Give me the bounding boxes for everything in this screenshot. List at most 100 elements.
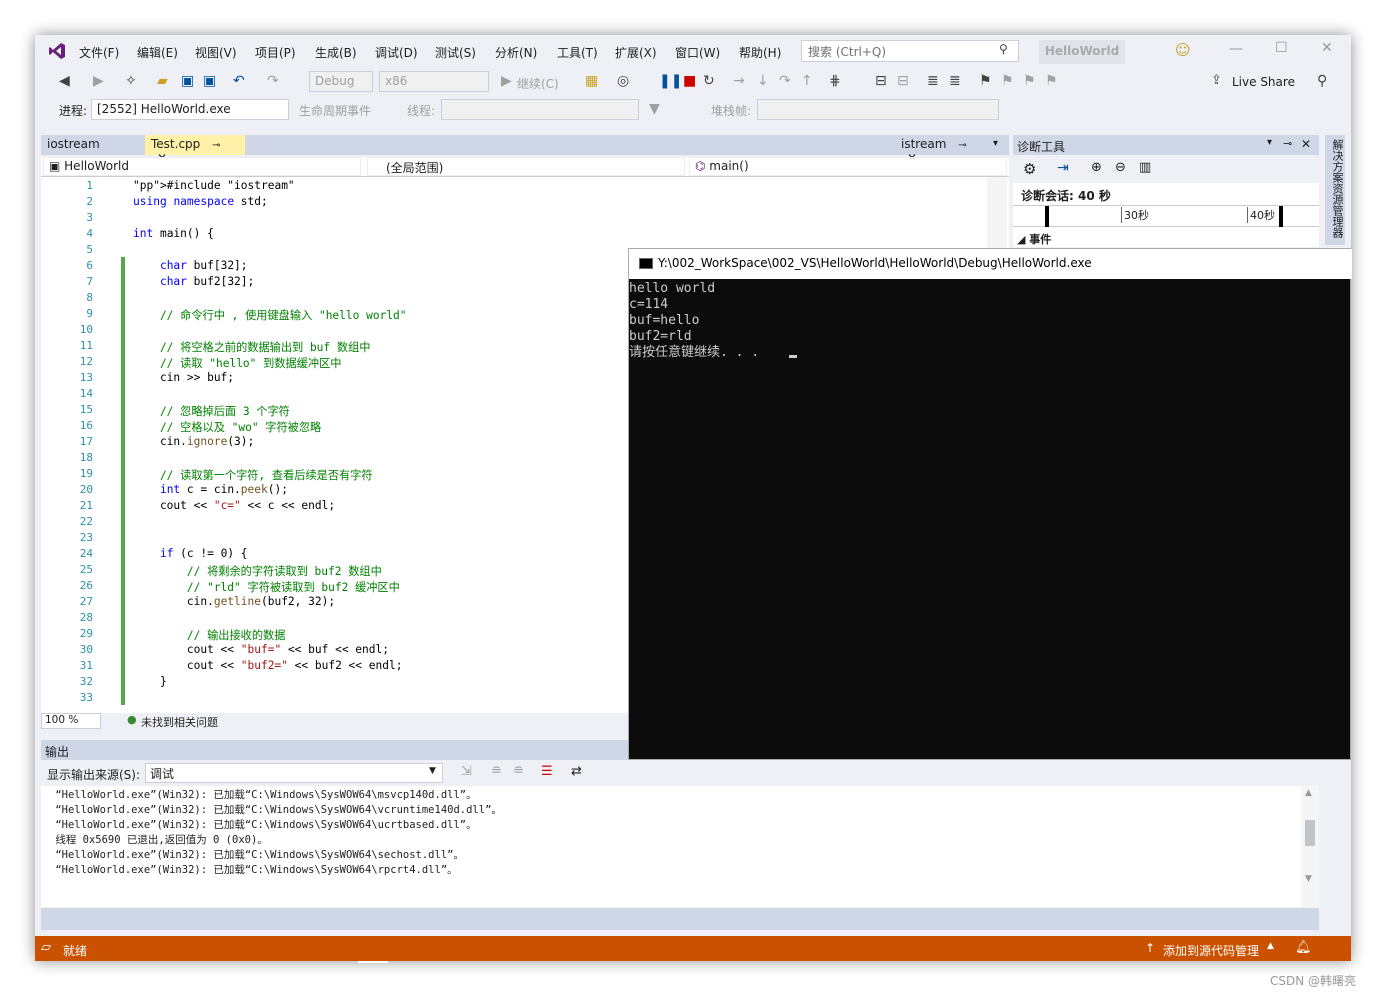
code-line[interactable]: // "rld" 字符被读取到 buf2 缓冲区中 — [133, 579, 400, 595]
account-icon[interactable]: ⚲ — [1317, 73, 1327, 89]
code-line[interactable]: // 将剩余的字符读取到 buf2 数组中 — [133, 563, 382, 579]
menu-item-1[interactable]: 编辑(E) — [137, 44, 178, 61]
code-line[interactable]: // 将空格之前的数据输出到 buf 数组中 — [133, 339, 371, 355]
redo-icon[interactable]: ↷ — [267, 73, 279, 89]
menu-item-5[interactable]: 调试(D) — [375, 44, 418, 61]
menu-item-10[interactable]: 窗口(W) — [675, 44, 720, 61]
code-line[interactable]: cin >> buf; — [133, 371, 234, 384]
comment-icon[interactable]: ⊟ — [897, 73, 909, 89]
live-share-icon[interactable]: ⇪ — [1211, 73, 1222, 88]
menu-item-2[interactable]: 视图(V) — [195, 44, 237, 61]
pause-icon[interactable]: ❚❚ — [659, 73, 682, 89]
thread-dropdown[interactable] — [441, 99, 639, 120]
pin-icon[interactable]: ⊸ — [212, 140, 220, 151]
search-icon[interactable]: ⚲ — [999, 42, 1008, 56]
member-nav-dropdown[interactable]: ⌬ main() — [689, 157, 1007, 176]
configuration-dropdown[interactable]: Debug — [309, 71, 373, 92]
code-line[interactable]: cout << "buf=" << buf << endl; — [133, 643, 389, 656]
code-line[interactable]: cin.getline(buf2, 32); — [133, 595, 335, 608]
indent-icon[interactable]: ≣ — [927, 73, 939, 89]
scroll-up-icon[interactable]: ▲ — [1305, 788, 1312, 798]
code-line[interactable]: cin.ignore(3); — [133, 435, 254, 448]
project-nav-dropdown[interactable]: ▣ HelloWorld — [43, 157, 361, 176]
search-input[interactable]: 搜索 (Ctrl+Q) — [801, 40, 1019, 62]
show-next-statement-icon[interactable]: → — [733, 73, 745, 89]
stop-icon[interactable]: ■ — [683, 73, 696, 89]
continue-button[interactable]: 继续(C) — [517, 75, 559, 92]
notification-bell-icon[interactable]: 🔔︎ — [1295, 940, 1312, 955]
code-line[interactable]: } — [133, 675, 167, 688]
lifecycle-events-button[interactable]: 生命周期事件 — [299, 102, 371, 119]
code-line[interactable]: // 空格以及 "wo" 字符被忽略 — [133, 419, 321, 435]
code-line[interactable]: // 输出接收的数据 — [133, 627, 286, 643]
tab-iostream[interactable]: iostream — [41, 135, 145, 155]
prev-message-icon[interactable]: ≘ — [491, 764, 502, 779]
find-message-icon[interactable]: ⇲ — [461, 764, 472, 779]
close-button[interactable]: ✕ — [1321, 40, 1333, 56]
output-text-area[interactable]: “HelloWorld.exe”(Win32): 已加载“C:\Windows\… — [41, 786, 1319, 907]
code-line[interactable]: char buf[32]; — [133, 259, 248, 272]
code-line[interactable]: if (c != 0) { — [133, 547, 248, 560]
live-share-button[interactable]: Live Share — [1232, 75, 1295, 89]
save-icon[interactable]: ▣ — [181, 73, 194, 89]
menu-item-0[interactable]: 文件(F) — [79, 44, 119, 61]
settings-gear-icon[interactable]: ⚙ — [1023, 160, 1036, 178]
pin-icon[interactable]: ⊸ — [958, 140, 966, 151]
step-over-icon[interactable]: ↷ — [779, 73, 791, 89]
restart-icon[interactable]: ↻ — [703, 73, 715, 89]
dropdown-icon[interactable]: ▾ — [1267, 137, 1272, 148]
output-source-dropdown[interactable]: 调试 — [145, 763, 443, 783]
step-out-icon[interactable]: ↑ — [801, 73, 813, 89]
solution-explorer-tab[interactable]: 解决方案资源管理器 — [1325, 135, 1345, 245]
bookmark-icon[interactable]: ⚑ — [979, 73, 992, 89]
scroll-down-icon[interactable]: ▼ — [1305, 874, 1312, 884]
clear-bookmarks-icon[interactable]: ⚑ — [1045, 73, 1058, 89]
events-section[interactable]: ◢ 事件 — [1017, 231, 1051, 247]
open-folder-icon[interactable]: ▰ — [157, 73, 168, 89]
feedback-icon[interactable]: ☺ — [1175, 41, 1191, 59]
code-line[interactable]: cout << "buf2=" << buf2 << endl; — [133, 659, 403, 672]
zoom-out-icon[interactable]: ⊖ — [1115, 160, 1126, 175]
add-to-source-control-button[interactable]: 添加到源代码管理 — [1163, 942, 1259, 959]
zoom-dropdown[interactable]: 100 % — [41, 713, 101, 729]
word-wrap-icon[interactable]: ⇄ — [571, 764, 582, 779]
filter-icon[interactable]: ▼ — [649, 101, 660, 117]
step-into-icon[interactable]: ↓ — [757, 73, 769, 89]
stack-frame-dropdown[interactable] — [757, 99, 999, 120]
new-project-icon[interactable]: ✧ — [125, 73, 137, 89]
menu-item-4[interactable]: 生成(B) — [315, 44, 357, 61]
process-dropdown[interactable]: [2552] HelloWorld.exe — [91, 99, 289, 120]
tab-test-cpp[interactable]: Test.cpp ⊸ ✕ — [145, 135, 245, 165]
menu-item-8[interactable]: 工具(T) — [557, 44, 598, 61]
menu-item-7[interactable]: 分析(N) — [495, 44, 537, 61]
menu-item-3[interactable]: 项目(P) — [255, 44, 296, 61]
code-line[interactable]: char buf2[32]; — [133, 275, 254, 288]
diag-timeline[interactable]: 30秒 40秒 — [1013, 205, 1319, 227]
code-line[interactable]: // 忽略掉后面 3 个字符 — [133, 403, 290, 419]
code-line[interactable]: int main() { — [133, 227, 214, 240]
clear-all-icon[interactable]: ☰ — [541, 764, 553, 779]
code-line[interactable]: // 命令行中 , 使用键盘输入 "hello world" — [133, 307, 407, 323]
issues-status[interactable]: 未找到相关问题 — [141, 714, 218, 730]
chart-icon[interactable]: ▥ — [1139, 160, 1151, 175]
tab-overflow-icon[interactable]: ▾ — [993, 138, 998, 149]
screenshot-icon[interactable]: ◎ — [617, 73, 629, 89]
code-line[interactable]: // 读取第一个字符, 查看后续是否有字符 — [133, 467, 373, 483]
export-icon[interactable]: ⇥ — [1057, 160, 1069, 176]
scope-nav-dropdown[interactable]: (全局范围) — [367, 157, 685, 176]
code-line[interactable]: int c = cin.peek(); — [133, 483, 288, 496]
pin-icon[interactable]: ⊸ — [1283, 137, 1292, 150]
code-line[interactable]: cout << "c=" << c << endl; — [133, 499, 335, 512]
maximize-button[interactable]: ☐ — [1275, 40, 1288, 56]
next-message-icon[interactable]: ≘ — [513, 764, 524, 779]
panel-close-icon[interactable]: ✕ — [1301, 137, 1311, 151]
code-line[interactable]: // 读取 "hello" 到数据缓冲区中 — [133, 355, 342, 371]
hex-display-icon[interactable]: ⋕ — [829, 73, 841, 89]
code-line[interactable]: using namespace std; — [133, 195, 268, 208]
save-all-icon[interactable]: ▣ — [203, 73, 216, 89]
menu-item-6[interactable]: 测试(S) — [435, 44, 476, 61]
tab-istream[interactable]: istream ⊸ ✕ — [895, 135, 991, 165]
menu-item-9[interactable]: 扩展(X) — [615, 44, 657, 61]
prev-bookmark-icon[interactable]: ⚑ — [1001, 73, 1014, 89]
outdent-icon[interactable]: ≣ — [949, 73, 961, 89]
